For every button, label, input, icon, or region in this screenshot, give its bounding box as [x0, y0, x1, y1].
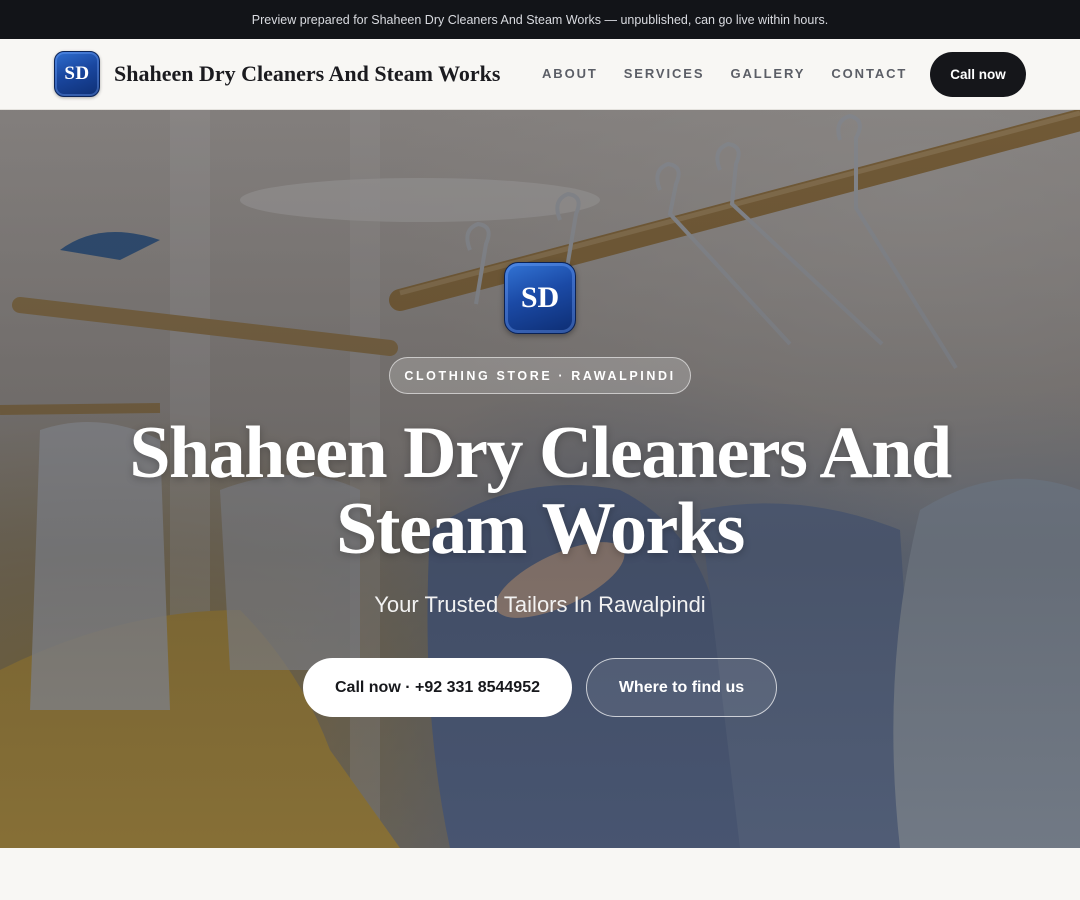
main-nav: ABOUT SERVICES GALLERY CONTACT	[542, 66, 907, 81]
category-badge: CLOTHING STORE · RAWALPINDI	[389, 357, 691, 394]
preview-banner-text: Preview prepared for Shaheen Dry Cleaner…	[251, 12, 829, 27]
brand-logo[interactable]: SD	[54, 51, 100, 97]
next-section	[0, 848, 1080, 900]
nav-contact[interactable]: CONTACT	[831, 66, 907, 81]
call-now-phone-button[interactable]: Call now · +92 331 8544952	[303, 658, 572, 717]
brand-name[interactable]: Shaheen Dry Cleaners And Steam Works	[114, 61, 500, 87]
hero-title-line-2: Steam Works	[336, 488, 745, 570]
category-badge-text: CLOTHING STORE · RAWALPINDI	[404, 368, 676, 383]
hero-logo-initials: SD	[520, 281, 560, 314]
hero-title-line-1: Shaheen Dry Cleaners And	[129, 412, 952, 494]
hero-logo: SD	[504, 262, 576, 334]
header-call-now-button[interactable]: Call now	[930, 52, 1026, 97]
nav-about[interactable]: ABOUT	[542, 66, 598, 81]
nav-services[interactable]: SERVICES	[624, 66, 705, 81]
hero-section: SD CLOTHING STORE · RAWALPINDI Shaheen D…	[0, 110, 1080, 848]
brand-logo-initials: SD	[64, 63, 90, 84]
where-to-find-us-button[interactable]: Where to find us	[586, 658, 777, 717]
hero-title: Shaheen Dry Cleaners And Steam Works	[90, 415, 990, 567]
hero-subtitle: Your Trusted Tailors In Rawalpindi	[374, 592, 706, 617]
nav-gallery[interactable]: GALLERY	[730, 66, 805, 81]
site-header: SD Shaheen Dry Cleaners And Steam Works …	[0, 39, 1080, 110]
preview-banner: Preview prepared for Shaheen Dry Cleaner…	[0, 0, 1080, 39]
